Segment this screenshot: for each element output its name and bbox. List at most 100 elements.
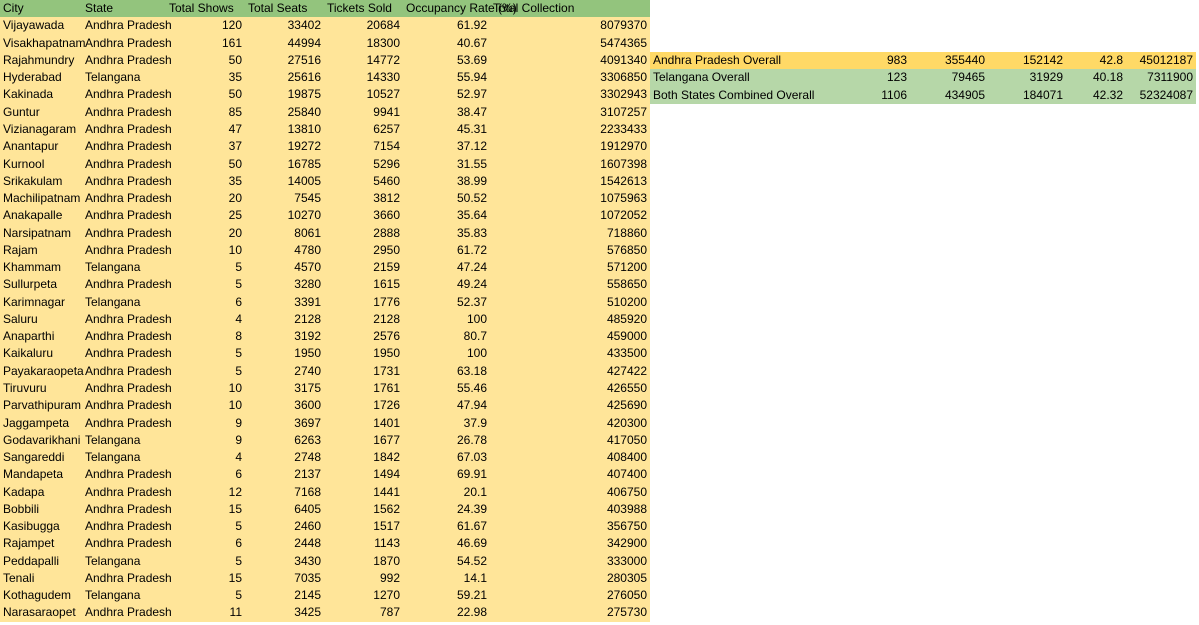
table-cell[interactable]: 3430 xyxy=(245,552,324,570)
table-cell[interactable]: Andhra Pradesh xyxy=(82,155,172,173)
table-cell[interactable]: 20 xyxy=(166,224,245,242)
table-cell[interactable]: Sangareddi xyxy=(0,448,82,467)
table-cell[interactable]: 9941 xyxy=(324,103,403,121)
table-cell[interactable]: 35 xyxy=(166,69,245,87)
table-cell[interactable]: 47.24 xyxy=(403,258,490,277)
table-cell[interactable]: Vijayawada xyxy=(0,17,82,35)
table-cell[interactable]: Andhra Pradesh xyxy=(82,414,172,432)
table-cell[interactable]: Hyderabad xyxy=(0,69,82,87)
table-cell[interactable]: 426550 xyxy=(490,379,650,398)
table-cell[interactable]: 3306850 xyxy=(490,69,650,87)
table-cell[interactable]: 8079370 xyxy=(490,17,650,35)
column-header[interactable]: Total Seats xyxy=(245,0,324,18)
table-cell[interactable]: 52.97 xyxy=(403,86,490,104)
table-cell[interactable]: 15 xyxy=(166,569,245,588)
table-cell[interactable]: 14330 xyxy=(324,69,403,87)
table-cell[interactable]: Vizianagaram xyxy=(0,120,82,139)
summary-cell[interactable]: Both States Combined Overall xyxy=(650,86,832,104)
table-cell[interactable]: Andhra Pradesh xyxy=(82,207,172,225)
table-cell[interactable]: 3302943 xyxy=(490,86,650,104)
table-cell[interactable]: 1870 xyxy=(324,552,403,570)
table-cell[interactable]: 406750 xyxy=(490,483,650,501)
table-cell[interactable]: Andhra Pradesh xyxy=(82,51,172,70)
summary-cell[interactable]: 434905 xyxy=(910,86,988,104)
table-cell[interactable]: 26.78 xyxy=(403,431,490,449)
summary-cell[interactable]: Andhra Pradesh Overall xyxy=(650,52,832,70)
table-cell[interactable]: 6405 xyxy=(245,500,324,518)
summary-cell[interactable]: 79465 xyxy=(910,69,988,87)
table-cell[interactable]: Andhra Pradesh xyxy=(82,241,172,259)
table-cell[interactable]: 61.72 xyxy=(403,241,490,259)
table-cell[interactable]: 1761 xyxy=(324,379,403,398)
table-cell[interactable]: Rajahmundry xyxy=(0,51,82,70)
table-cell[interactable]: 47.94 xyxy=(403,397,490,415)
table-cell[interactable]: Jaggampeta xyxy=(0,414,82,432)
table-cell[interactable]: 5 xyxy=(166,517,245,536)
table-cell[interactable]: 61.92 xyxy=(403,17,490,35)
table-cell[interactable]: Telangana xyxy=(82,431,166,449)
table-cell[interactable]: Rajam xyxy=(0,241,82,259)
table-cell[interactable]: Telangana xyxy=(82,552,166,570)
summary-cell[interactable]: 1106 xyxy=(832,86,910,104)
table-cell[interactable]: 1270 xyxy=(324,587,403,605)
table-cell[interactable]: Kaikaluru xyxy=(0,345,82,363)
table-cell[interactable]: 2159 xyxy=(324,258,403,277)
column-header[interactable]: State xyxy=(82,0,166,18)
table-cell[interactable]: 7168 xyxy=(245,483,324,501)
table-cell[interactable]: Andhra Pradesh xyxy=(82,379,172,398)
table-cell[interactable]: 4780 xyxy=(245,241,324,259)
table-cell[interactable]: 280305 xyxy=(490,569,650,588)
table-cell[interactable]: 3107257 xyxy=(490,103,650,121)
table-cell[interactable]: 571200 xyxy=(490,258,650,277)
table-cell[interactable]: 80.7 xyxy=(403,328,490,346)
table-cell[interactable]: Kurnool xyxy=(0,155,82,173)
table-cell[interactable]: 558650 xyxy=(490,276,650,294)
table-cell[interactable]: 5 xyxy=(166,362,245,380)
table-cell[interactable]: 459000 xyxy=(490,328,650,346)
table-cell[interactable]: 4 xyxy=(166,310,245,329)
table-cell[interactable]: 1607398 xyxy=(490,155,650,173)
table-cell[interactable]: Andhra Pradesh xyxy=(82,569,172,588)
table-cell[interactable]: 120 xyxy=(166,17,245,35)
table-cell[interactable]: Andhra Pradesh xyxy=(82,172,172,190)
table-cell[interactable]: Andhra Pradesh xyxy=(82,345,172,363)
table-cell[interactable]: 1842 xyxy=(324,448,403,467)
table-cell[interactable]: 5474365 xyxy=(490,34,650,52)
table-cell[interactable]: Telangana xyxy=(82,587,166,605)
table-cell[interactable]: 1441 xyxy=(324,483,403,501)
table-cell[interactable]: 14772 xyxy=(324,51,403,70)
table-cell[interactable]: Andhra Pradesh xyxy=(82,535,172,553)
summary-cell[interactable]: 40.18 xyxy=(1066,69,1126,87)
summary-cell[interactable]: 42.8 xyxy=(1066,52,1126,70)
column-header[interactable]: City xyxy=(0,0,82,18)
column-header[interactable]: Tickets Sold xyxy=(324,0,403,18)
table-cell[interactable]: Telangana xyxy=(82,69,166,87)
table-cell[interactable]: 52.37 xyxy=(403,293,490,311)
table-cell[interactable]: 33402 xyxy=(245,17,324,35)
table-cell[interactable]: 15 xyxy=(166,500,245,518)
table-cell[interactable]: 1677 xyxy=(324,431,403,449)
table-cell[interactable]: Andhra Pradesh xyxy=(82,397,172,415)
table-cell[interactable]: 46.69 xyxy=(403,535,490,553)
table-cell[interactable]: 1562 xyxy=(324,500,403,518)
table-cell[interactable]: 510200 xyxy=(490,293,650,311)
table-cell[interactable]: Karimnagar xyxy=(0,293,82,311)
table-cell[interactable]: 6263 xyxy=(245,431,324,449)
table-cell[interactable]: 10527 xyxy=(324,86,403,104)
table-cell[interactable]: 2128 xyxy=(245,310,324,329)
table-cell[interactable]: 2128 xyxy=(324,310,403,329)
summary-cell[interactable]: 42.32 xyxy=(1066,86,1126,104)
table-cell[interactable]: 25 xyxy=(166,207,245,225)
table-cell[interactable]: 69.91 xyxy=(403,466,490,484)
table-cell[interactable]: 2740 xyxy=(245,362,324,380)
table-cell[interactable]: 425690 xyxy=(490,397,650,415)
table-cell[interactable]: Anakapalle xyxy=(0,207,82,225)
table-cell[interactable]: Andhra Pradesh xyxy=(82,276,172,294)
table-cell[interactable]: Telangana xyxy=(82,293,166,311)
table-cell[interactable]: 9 xyxy=(166,414,245,432)
table-cell[interactable]: Andhra Pradesh xyxy=(82,604,172,622)
table-cell[interactable]: 6257 xyxy=(324,120,403,139)
table-cell[interactable]: 59.21 xyxy=(403,587,490,605)
table-cell[interactable]: Andhra Pradesh xyxy=(82,189,172,208)
table-cell[interactable]: 85 xyxy=(166,103,245,121)
